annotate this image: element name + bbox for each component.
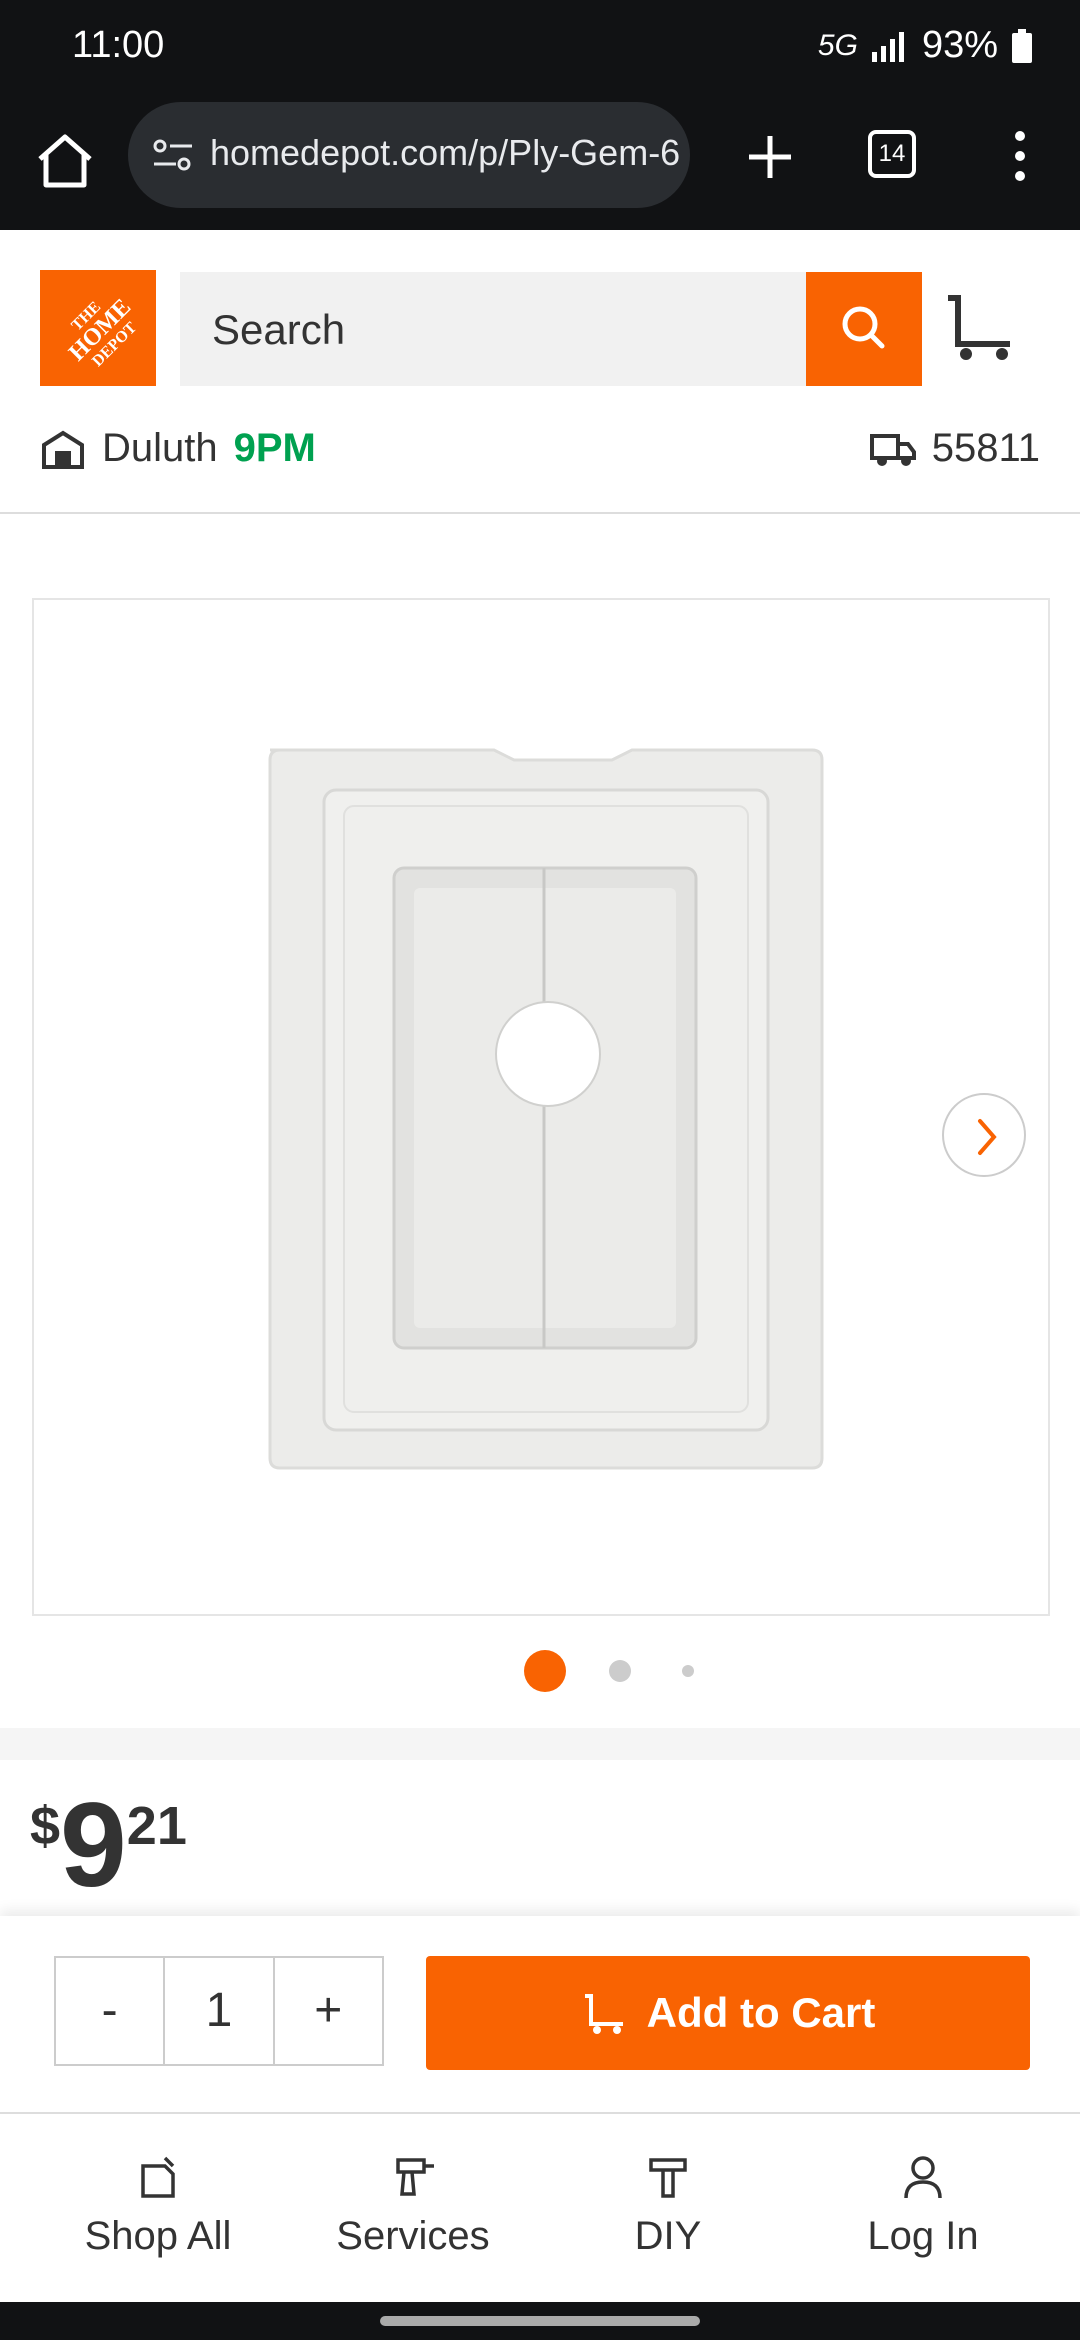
increase-quantity-button[interactable]: +: [275, 1958, 382, 2064]
add-to-cart-button[interactable]: Add to Cart: [426, 1956, 1030, 2070]
home-gesture-handle[interactable]: [380, 2316, 700, 2326]
carousel-dot-2[interactable]: [609, 1660, 631, 1682]
delivery-zip-selector[interactable]: 55811: [869, 426, 1040, 471]
quantity-input[interactable]: 1: [163, 1958, 275, 2064]
price-dollars: 9: [60, 1778, 127, 1912]
home-icon[interactable]: [30, 125, 100, 195]
store-icon: [42, 430, 84, 469]
truck-icon: [869, 433, 916, 466]
person-icon: [904, 2156, 942, 2199]
nav-log-in-label: Log In: [867, 2214, 979, 2258]
search-icon: [842, 306, 885, 349]
search-button[interactable]: [806, 272, 922, 386]
decrease-quantity-button[interactable]: -: [56, 1958, 163, 2064]
cart-icon[interactable]: [940, 286, 1020, 366]
site-settings-icon[interactable]: [150, 132, 196, 178]
next-image-button[interactable]: [942, 1093, 1026, 1177]
tab-switcher-button[interactable]: 14: [868, 130, 916, 178]
price-cents: 21: [126, 1796, 187, 1856]
nav-log-in[interactable]: Log In: [788, 2114, 1058, 2304]
product-image: [268, 748, 824, 1470]
status-time: 11:00: [72, 24, 165, 66]
price-currency: $: [30, 1796, 61, 1856]
add-to-cart-label: Add to Cart: [646, 1989, 876, 2036]
nav-shop-all-label: Shop All: [84, 2214, 232, 2258]
bottom-navigation: Shop All Services DIY Log In: [0, 2112, 1080, 2302]
nav-services-label: Services: [336, 2214, 490, 2258]
product-price: $ 9 21: [30, 1785, 187, 1905]
nav-diy[interactable]: DIY: [533, 2114, 803, 2304]
section-divider: [0, 1728, 1080, 1760]
nav-shop-all[interactable]: Shop All: [23, 2114, 293, 2304]
nav-services[interactable]: Services: [278, 2114, 548, 2304]
signal-icon: [871, 31, 904, 62]
chevron-right-icon: [978, 1119, 997, 1155]
store-close-time: 9PM: [233, 426, 316, 470]
carousel-dot-1[interactable]: [524, 1650, 566, 1692]
product-image-carousel[interactable]: [32, 598, 1050, 1616]
status-icons: 5G 93%: [818, 24, 1032, 67]
quantity-stepper: - 1 +: [54, 1956, 384, 2066]
new-tab-icon[interactable]: [735, 122, 805, 192]
store-selector[interactable]: Duluth 9PM: [40, 426, 316, 471]
search-placeholder: Search: [212, 306, 346, 353]
search-input[interactable]: Search: [180, 272, 806, 386]
browser-toolbar: homedepot.com/p/Ply-Gem-6 14: [0, 100, 1080, 230]
site-header: THE HOME DEPOT Search Duluth 9PM 55811: [0, 230, 1080, 514]
url-text: homedepot.com/p/Ply-Gem-6: [210, 132, 681, 173]
carousel-dot-3[interactable]: [682, 1665, 694, 1677]
nav-diy-label: DIY: [634, 2214, 702, 2258]
gesture-bar: [0, 2302, 1080, 2340]
home-depot-logo[interactable]: THE HOME DEPOT: [40, 270, 156, 386]
sticky-buy-bar: - 1 + Add to Cart: [0, 1916, 1080, 2112]
battery-icon: [1012, 28, 1032, 63]
shop-all-icon: [141, 2156, 175, 2198]
battery-level: 93%: [921, 24, 998, 66]
url-bar[interactable]: homedepot.com/p/Ply-Gem-6: [128, 102, 690, 208]
drill-icon: [396, 2158, 434, 2196]
carousel-indicators: [0, 1648, 1080, 1692]
hammer-icon: [649, 2158, 687, 2198]
network-label: 5G: [817, 28, 858, 62]
status-bar: 11:00 5G 93%: [0, 0, 1080, 100]
zip-code: 55811: [931, 426, 1040, 470]
store-name: Duluth: [102, 426, 218, 470]
more-menu-icon[interactable]: [1000, 128, 1040, 184]
cart-icon: [584, 1994, 623, 2034]
